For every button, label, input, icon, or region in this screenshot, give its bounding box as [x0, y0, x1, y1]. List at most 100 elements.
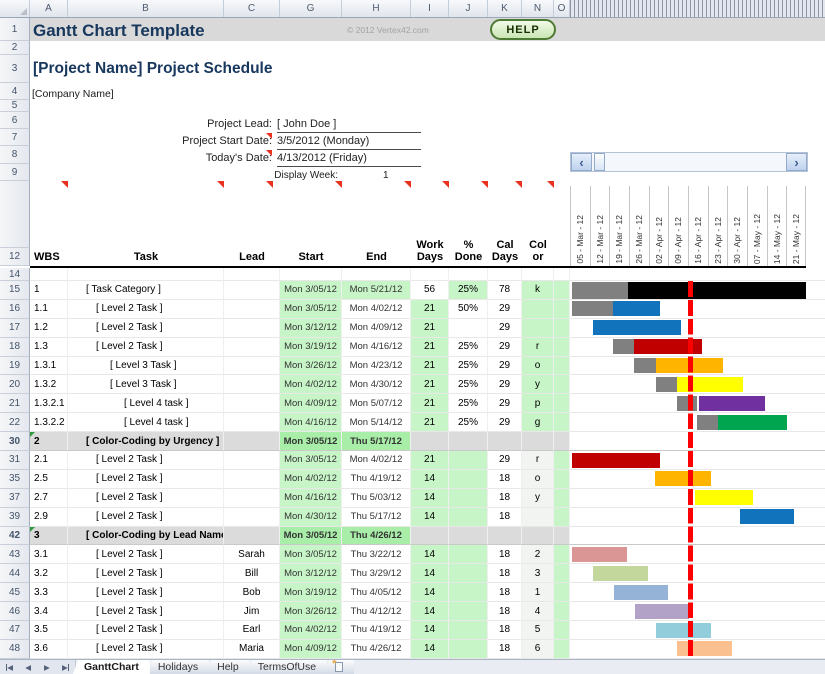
scrollbar-track[interactable]: [605, 153, 786, 171]
cell-start-date[interactable]: Mon 3/19/12: [280, 338, 342, 357]
cell-cal-days[interactable]: 29: [488, 413, 522, 432]
cell-task[interactable]: [ Level 2 Task ]: [68, 583, 224, 602]
cell-start-date[interactable]: Mon 3/26/12: [280, 602, 342, 621]
sheet-tab-holidays[interactable]: Holidays: [147, 660, 209, 674]
gantt-cell[interactable]: [570, 413, 825, 432]
cell-percent-done[interactable]: [449, 508, 488, 527]
cell-percent-done[interactable]: [449, 470, 488, 489]
column-letter-O[interactable]: O: [554, 0, 570, 17]
empty-cell[interactable]: [411, 268, 449, 281]
cell-work-days[interactable]: 21: [411, 300, 449, 319]
cell-percent-done[interactable]: [449, 319, 488, 338]
cell-spacer[interactable]: [554, 319, 570, 338]
row-number-19[interactable]: 19: [0, 357, 30, 376]
column-letter-A[interactable]: A: [30, 0, 68, 17]
cell-lead[interactable]: [224, 470, 280, 489]
cell-start-date[interactable]: Mon 4/02/12: [280, 375, 342, 394]
cell-lead[interactable]: [224, 451, 280, 470]
cell-start-date[interactable]: Mon 3/12/12: [280, 319, 342, 338]
row-number-45[interactable]: 45: [0, 583, 30, 602]
cell-task[interactable]: [ Level 2 Task ]: [68, 319, 224, 338]
cell-color-code[interactable]: 2: [522, 545, 554, 564]
gantt-cell[interactable]: [570, 300, 825, 319]
cell-end-date[interactable]: Thu 5/17/12: [342, 432, 411, 451]
cell-end-date[interactable]: Thu 4/19/12: [342, 621, 411, 640]
column-letter-K[interactable]: K: [488, 0, 522, 17]
cell-work-days[interactable]: 14: [411, 545, 449, 564]
prev-sheet-icon[interactable]: ◀: [19, 660, 38, 674]
cell-end-date[interactable]: Thu 3/22/12: [342, 545, 411, 564]
cell-start-date[interactable]: Mon 3/05/12: [280, 545, 342, 564]
cell-wbs[interactable]: 1.3: [30, 338, 68, 357]
cell-percent-done[interactable]: 25%: [449, 413, 488, 432]
cell-wbs[interactable]: 2.1: [30, 451, 68, 470]
cell-spacer[interactable]: [554, 640, 570, 659]
cell-spacer[interactable]: [554, 357, 570, 376]
row-number-17[interactable]: 17: [0, 319, 30, 338]
column-letter-C[interactable]: C: [224, 0, 280, 17]
gantt-cell[interactable]: [570, 432, 825, 451]
cell-task[interactable]: [ Color-Coding by Lead Name ]: [68, 527, 224, 546]
cell-end-date[interactable]: Thu 4/26/12: [342, 640, 411, 659]
cell-task[interactable]: [ Task Category ]: [68, 281, 224, 300]
cell-spacer[interactable]: [554, 470, 570, 489]
sheet-tab-help[interactable]: Help: [206, 660, 250, 674]
cell-wbs[interactable]: 2.5: [30, 470, 68, 489]
cell-work-days[interactable]: 14: [411, 621, 449, 640]
cell-task[interactable]: [ Level 2 Task ]: [68, 564, 224, 583]
gantt-cell[interactable]: [570, 489, 825, 508]
cell-color-code[interactable]: r: [522, 338, 554, 357]
scroll-left-icon[interactable]: ‹: [571, 153, 592, 171]
gantt-cell[interactable]: [570, 319, 825, 338]
header-wbs[interactable]: WBS: [30, 251, 68, 266]
gantt-cell[interactable]: [570, 268, 825, 281]
cell-color-code[interactable]: 1: [522, 583, 554, 602]
empty-cell[interactable]: [488, 268, 522, 281]
cell-wbs[interactable]: 3: [30, 527, 68, 546]
cell-percent-done[interactable]: 50%: [449, 300, 488, 319]
display-week-value[interactable]: 1: [383, 170, 389, 181]
empty-cell[interactable]: [280, 268, 342, 281]
cell-start-date[interactable]: Mon 3/26/12: [280, 357, 342, 376]
cell-lead[interactable]: Bob: [224, 583, 280, 602]
header-cal-days[interactable]: Cal Days: [488, 239, 522, 266]
cell-end-date[interactable]: Mon 5/14/12: [342, 413, 411, 432]
cell-end-date[interactable]: Thu 3/29/12: [342, 564, 411, 583]
cell-cal-days[interactable]: 29: [488, 319, 522, 338]
cell-spacer[interactable]: [554, 621, 570, 640]
cell-end-date[interactable]: Thu 4/12/12: [342, 602, 411, 621]
cell-wbs[interactable]: 3.6: [30, 640, 68, 659]
cell-lead[interactable]: [224, 508, 280, 527]
row-number-21[interactable]: 21: [0, 394, 30, 413]
gantt-cell[interactable]: [570, 281, 825, 300]
gantt-cell[interactable]: [570, 545, 825, 564]
cell-lead[interactable]: Earl: [224, 621, 280, 640]
cell-start-date[interactable]: Mon 4/30/12: [280, 508, 342, 527]
cell-cal-days[interactable]: 18: [488, 640, 522, 659]
cell-spacer[interactable]: [554, 527, 570, 546]
cell-percent-done[interactable]: [449, 451, 488, 470]
cell-start-date[interactable]: Mon 3/05/12: [280, 432, 342, 451]
header-lead[interactable]: Lead: [224, 251, 280, 266]
empty-cell[interactable]: [449, 268, 488, 281]
cell-color-code[interactable]: o: [522, 470, 554, 489]
cell-work-days[interactable]: 14: [411, 470, 449, 489]
cell-color-code[interactable]: k: [522, 281, 554, 300]
cell-end-date[interactable]: Mon 4/02/12: [342, 451, 411, 470]
gantt-cell[interactable]: [570, 394, 825, 413]
next-sheet-icon[interactable]: ▶: [38, 660, 57, 674]
cell-end-date[interactable]: Thu 4/19/12: [342, 470, 411, 489]
gantt-cell[interactable]: [570, 451, 825, 470]
cell-percent-done[interactable]: 25%: [449, 281, 488, 300]
cell-start-date[interactable]: Mon 4/16/12: [280, 489, 342, 508]
header-percent-done[interactable]: % Done: [449, 239, 488, 266]
row-number-3[interactable]: 3: [0, 55, 30, 83]
cell-wbs[interactable]: 1: [30, 281, 68, 300]
row-number-47[interactable]: 47: [0, 621, 30, 640]
cell-wbs[interactable]: 1.2: [30, 319, 68, 338]
cell-work-days[interactable]: 21: [411, 394, 449, 413]
cell-percent-done[interactable]: [449, 489, 488, 508]
gantt-cell[interactable]: [570, 508, 825, 527]
cell-cal-days[interactable]: 29: [488, 300, 522, 319]
cell-start-date[interactable]: Mon 4/02/12: [280, 470, 342, 489]
